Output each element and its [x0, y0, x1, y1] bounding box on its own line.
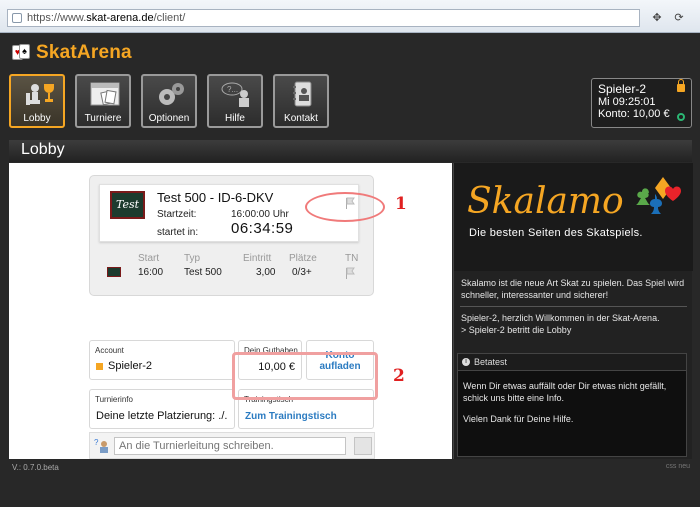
- row-eintritt: 3,00: [256, 267, 276, 278]
- page-title-bar: Lobby: [9, 140, 692, 162]
- footer-note: css neu: [665, 463, 690, 470]
- tournament-table: Start Typ Eintritt Plätze TN 16:00 Test …: [105, 251, 360, 283]
- nav-label: Kontakt: [284, 113, 318, 124]
- tournament-badge: Test: [110, 191, 145, 219]
- chat-send-button[interactable]: [354, 437, 372, 455]
- footer: V.: 0.7.0.beta css neu: [0, 459, 700, 507]
- col-eintritt: Eintritt: [243, 253, 272, 264]
- app-window: ♥ ♠ SkatArena Lobby Turniere Optionen ?.…: [0, 34, 700, 507]
- row-badge: [107, 267, 121, 277]
- welcome-message: Spieler-2, herzlich Willkommen in der Sk…: [461, 313, 660, 323]
- table-header: Start Typ Eintritt Plätze TN: [105, 251, 360, 265]
- cards-logo-icon: ♥ ♠: [12, 44, 32, 62]
- url-path: /client/: [153, 12, 186, 24]
- svg-text:?: ?: [94, 438, 99, 447]
- col-typ: Typ: [184, 253, 201, 264]
- compat-view-icon[interactable]: ✥: [648, 10, 666, 26]
- account-name: Spieler-2: [598, 82, 647, 96]
- side-panel: Skalamo Die besten Seiten des Skatspiels…: [453, 163, 693, 459]
- turnierinfo-value: Deine letzte Platzierung: ./.: [96, 410, 228, 422]
- start-label: Startzeit:: [157, 209, 197, 220]
- chat-bar: ?: [89, 432, 375, 459]
- main-nav: Lobby Turniere Optionen ?... Hilfe Konta…: [9, 74, 329, 128]
- lobby-content: Test Test 500 - ID-6-DKV Startzeit: 16:0…: [9, 163, 452, 459]
- divider: [460, 306, 687, 307]
- account-balance: Konto: 10,00 €: [598, 108, 670, 120]
- skalamo-intro: Skalamo ist die neue Art Skat zu spielen…: [461, 278, 685, 300]
- annotation-number-1: 1: [395, 194, 407, 214]
- account-time: Mi 09:25:01: [598, 96, 656, 108]
- account-caption: Account: [95, 346, 124, 355]
- refresh-icon[interactable]: ⟳: [670, 10, 688, 26]
- betatest-text-2: Vielen Dank für Deine Hilfe.: [463, 414, 574, 424]
- betatest-header: i Betatest: [458, 354, 686, 371]
- lobby-entered-message: > Spieler-2 betritt die Lobby: [461, 325, 572, 335]
- user-question-icon: ?: [94, 438, 108, 453]
- turnierinfo-box: Turnierinfo Deine letzte Platzierung: ./…: [89, 389, 235, 429]
- info-icon: i: [462, 358, 470, 366]
- countdown-label: startet in:: [157, 227, 199, 238]
- card-suits-icon: [636, 177, 681, 214]
- nav-label: Lobby: [23, 113, 51, 124]
- annotation-ellipse: [305, 192, 385, 222]
- page-icon: [12, 13, 22, 23]
- skalamo-tagline: Die besten Seiten des Skatspiels.: [469, 227, 643, 239]
- col-plaetze: Plätze: [289, 253, 317, 264]
- svg-text:?...: ?...: [227, 85, 238, 94]
- skalamo-logo: Skalamo: [467, 181, 624, 222]
- address-book-icon: [293, 81, 312, 107]
- nav-label: Optionen: [148, 113, 190, 124]
- row-start: 16:00: [138, 267, 164, 278]
- training-link[interactable]: Zum Trainingstisch: [245, 411, 337, 422]
- version-text: V.: 0.7.0.beta: [12, 463, 59, 472]
- app-name: SkatArena: [36, 42, 132, 63]
- annotation-rectangle: [232, 352, 378, 400]
- nav-label: Hilfe: [224, 113, 245, 124]
- row-flag-icon[interactable]: [345, 267, 355, 279]
- tournament-calendar-icon: [90, 82, 120, 106]
- page-title: Lobby: [21, 141, 65, 158]
- skalamo-promo[interactable]: Skalamo Die besten Seiten des Skatspiels…: [454, 163, 693, 271]
- account-panel: Spieler-2 Mi 09:25:01 Konto: 10,00 €: [591, 78, 692, 128]
- gears-icon: [159, 83, 184, 105]
- lock-icon: [677, 79, 685, 92]
- row-plaetze: 0/3+: [292, 267, 312, 278]
- url-prefix: https://www.: [27, 12, 87, 24]
- url-host: skat-arena.de: [86, 12, 154, 24]
- annotation-number-2: 2: [393, 366, 405, 386]
- row-typ: Test 500: [184, 267, 222, 278]
- chat-input[interactable]: [114, 437, 346, 455]
- start-value: 16:00:00 Uhr: [231, 209, 289, 220]
- nav-kontakt[interactable]: Kontakt: [273, 74, 329, 128]
- table-row[interactable]: 16:00 Test 500 3,00 0/3+: [105, 265, 360, 283]
- lobby-icon: [26, 84, 54, 105]
- account-value: Spieler-2: [108, 360, 153, 372]
- countdown-value: 06:34:59: [231, 220, 294, 237]
- browser-toolbar: https://www. skat-arena.de/client/ ✥ ⟳: [0, 0, 700, 33]
- col-start: Start: [138, 253, 160, 264]
- nav-hilfe[interactable]: ?... Hilfe: [207, 74, 263, 128]
- turnierinfo-caption: Turnierinfo: [95, 395, 133, 404]
- nav-label: Turniere: [84, 113, 122, 124]
- betatest-text-1: Wenn Dir etwas auffällt oder Dir etwas n…: [463, 381, 667, 403]
- address-bar[interactable]: https://www. skat-arena.de/client/: [7, 9, 640, 27]
- betatest-title: Betatest: [474, 357, 508, 367]
- nav-lobby[interactable]: Lobby: [9, 74, 65, 128]
- lock-icon: [96, 363, 103, 370]
- help-chat-icon: ?...: [221, 82, 249, 107]
- betatest-box: i Betatest Wenn Dir etwas auffällt oder …: [457, 353, 687, 457]
- online-status-icon: [677, 113, 685, 121]
- account-box: Account Spieler-2: [89, 340, 235, 380]
- nav-optionen[interactable]: Optionen: [141, 74, 197, 128]
- tournament-title: Test 500 - ID-6-DKV: [157, 190, 274, 205]
- nav-turniere[interactable]: Turniere: [75, 74, 131, 128]
- col-tn: TN: [345, 253, 359, 264]
- app-logo[interactable]: ♥ ♠ SkatArena: [12, 42, 132, 64]
